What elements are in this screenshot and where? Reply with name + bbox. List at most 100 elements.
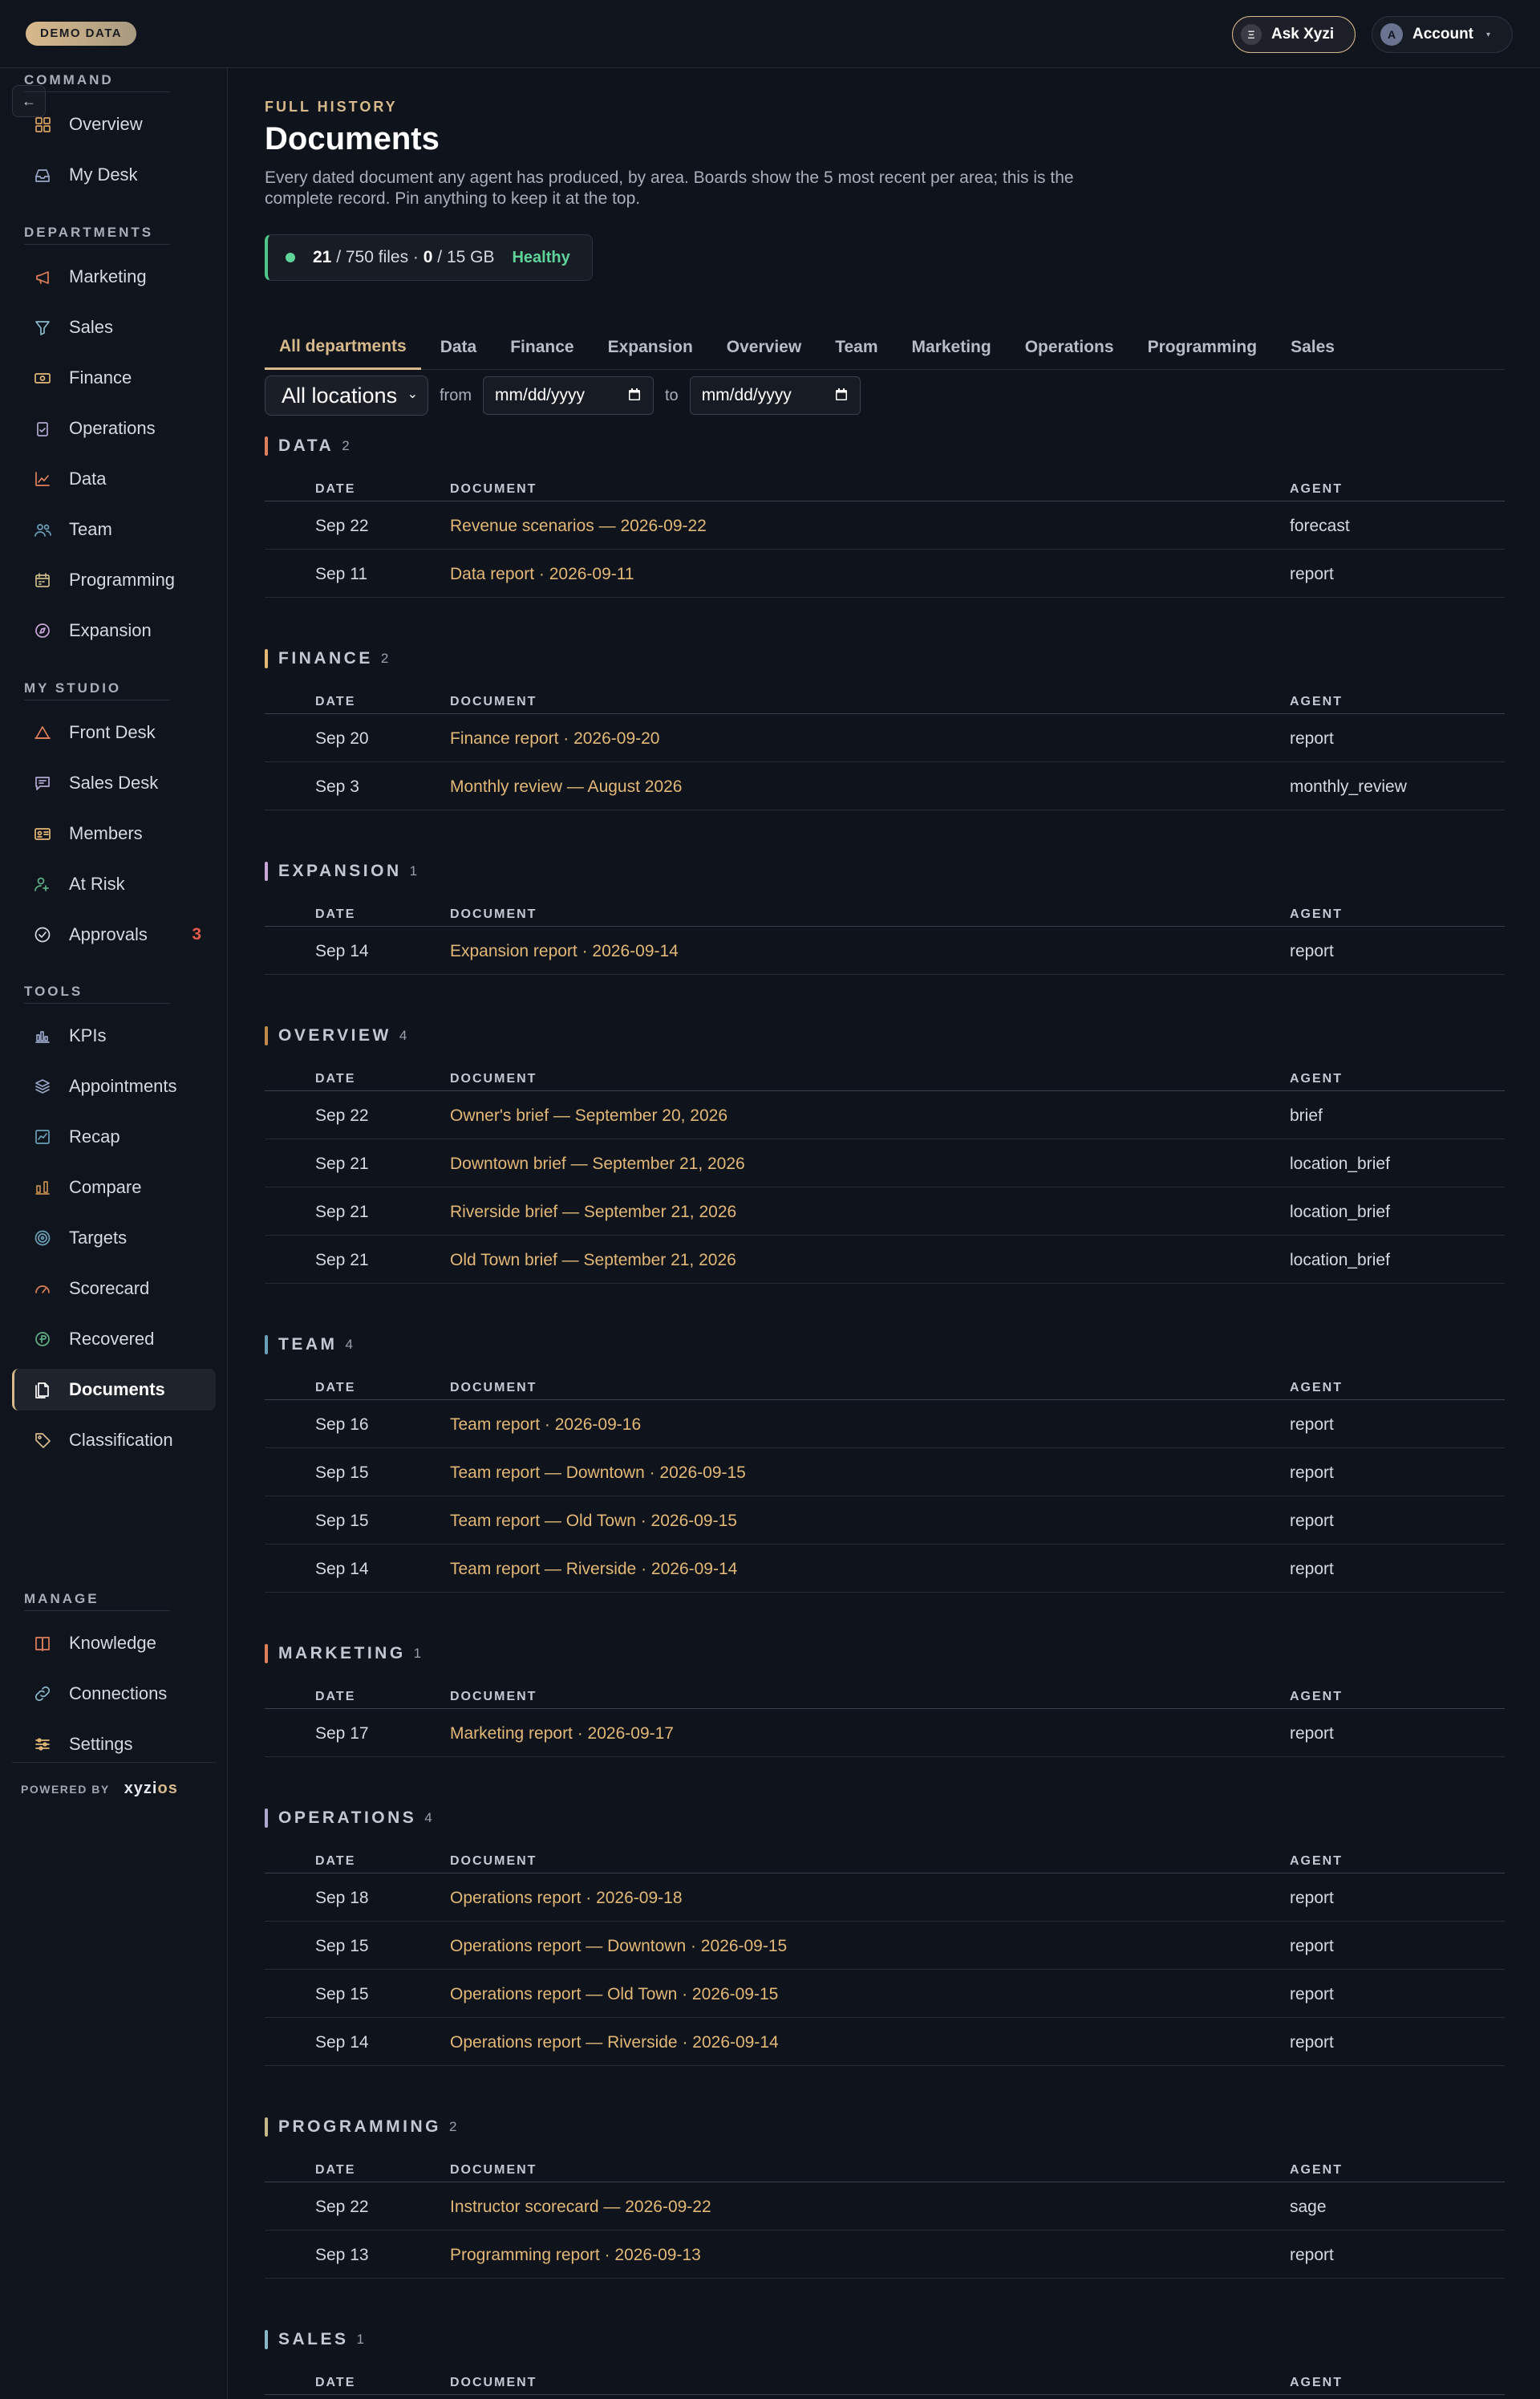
table-row[interactable]: Sep 22 Revenue scenarios — 2026-09-22 fore… <box>265 501 1505 550</box>
document-link[interactable]: Owner's brief — September 20, 2026 <box>450 1106 727 1126</box>
sidebar-item-at-risk[interactable]: At Risk <box>12 863 216 905</box>
tab-finance[interactable]: Finance <box>496 325 588 370</box>
row-agent: report <box>1290 1560 1334 1578</box>
table-row[interactable]: Sep 15 Team report — Old Town · 2026-09-1… <box>265 1496 1505 1545</box>
sidebar-item-recovered[interactable]: Recovered <box>12 1318 216 1360</box>
sidebar-item-label: My Desk <box>69 164 138 185</box>
sidebar-item-finance[interactable]: Finance <box>12 357 216 399</box>
tab-team[interactable]: Team <box>821 325 892 370</box>
account-menu-button[interactable]: A Account ▾ <box>1372 16 1513 53</box>
table-row[interactable]: Sep 21 Old Town brief — September 21, 202… <box>265 1236 1505 1284</box>
table-row[interactable]: Sep 17 Marketing report · 2026-09-17 repor… <box>265 1709 1505 1757</box>
document-link[interactable]: Expansion report · 2026-09-14 <box>450 942 679 961</box>
document-link[interactable]: Marketing report · 2026-09-17 <box>450 1724 674 1743</box>
sidebar-item-compare[interactable]: Compare <box>12 1167 216 1208</box>
sidebar-item-scorecard[interactable]: Scorecard <box>12 1268 216 1309</box>
document-link[interactable]: Revenue scenarios — 2026-09-22 <box>450 517 707 536</box>
table-row[interactable]: Sep 11 Data report · 2026-09-11 report <box>265 550 1505 598</box>
document-link[interactable]: Riverside brief — September 21, 2026 <box>450 1203 736 1222</box>
tab-operations[interactable]: Operations <box>1011 325 1129 370</box>
row-date: Sep 22 <box>315 2198 369 2216</box>
table-row[interactable]: Sep 15 Operations report — Downtown · 202… <box>265 1922 1505 1970</box>
from-date-input[interactable]: mm/dd/yyyy <box>483 376 654 415</box>
sidebar-item-my-desk[interactable]: My Desk <box>12 154 216 196</box>
sidebar-item-kpis[interactable]: KPIs <box>12 1015 216 1057</box>
column-header-agent: AGENT <box>1290 1072 1343 1086</box>
document-link[interactable]: Team report — Downtown · 2026-09-15 <box>450 1463 746 1483</box>
table-row[interactable]: Sep 13 Programming report · 2026-09-13 rep… <box>265 2231 1505 2279</box>
sidebar-item-programming[interactable]: Programming <box>12 559 216 601</box>
document-link[interactable]: Team report — Old Town · 2026-09-15 <box>450 1512 737 1531</box>
tab-sales[interactable]: Sales <box>1276 325 1349 370</box>
table-row[interactable]: Sep 14 Team report — Riverside · 2026-09-… <box>265 1545 1505 1593</box>
sidebar-item-settings[interactable]: Settings <box>12 1723 216 1765</box>
table-row[interactable]: Sep 19Sales report · 2026-09-19report <box>265 2395 1505 2399</box>
table-row[interactable]: Sep 16 Team report · 2026-09-16 report <box>265 1400 1505 1448</box>
tab-expansion[interactable]: Expansion <box>594 325 707 370</box>
sidebar-item-label: Classification <box>69 1430 173 1450</box>
sidebar-item-front-desk[interactable]: Front Desk <box>12 712 216 753</box>
tab-all-departments[interactable]: All departments <box>265 325 421 370</box>
table-row[interactable]: Sep 21 Riverside brief — September 21, 20… <box>265 1187 1505 1236</box>
table-row[interactable]: Sep 22 Owner's brief — September 20, 2026… <box>265 1091 1505 1139</box>
sidebar-item-connections[interactable]: Connections <box>12 1673 216 1715</box>
tab-programming[interactable]: Programming <box>1133 325 1272 370</box>
sidebar-divider <box>12 1762 216 1763</box>
sidebar-item-members[interactable]: Members <box>12 813 216 854</box>
sidebar-item-knowledge[interactable]: Knowledge <box>12 1622 216 1664</box>
table-row[interactable]: Sep 18 Operations report · 2026-09-18 repo… <box>265 1873 1505 1922</box>
sidebar-item-data[interactable]: Data <box>12 458 216 500</box>
gauge-icon <box>34 1280 51 1297</box>
sidebar-item-overview[interactable]: Overview <box>12 104 216 145</box>
document-link[interactable]: Finance report · 2026-09-20 <box>450 729 660 749</box>
id-card-icon <box>34 825 51 842</box>
sidebar-item-appointments[interactable]: Appointments <box>12 1066 216 1107</box>
sidebar-item-recap[interactable]: Recap <box>12 1116 216 1158</box>
table-row[interactable]: Sep 22 Instructor scorecard — 2026-09-22 s… <box>265 2182 1505 2231</box>
location-select[interactable]: All locations ⌄ <box>265 375 428 416</box>
document-link[interactable]: Team report · 2026-09-16 <box>450 1415 641 1435</box>
tab-overview[interactable]: Overview <box>712 325 816 370</box>
tab-data[interactable]: Data <box>426 325 492 370</box>
document-link[interactable]: Team report — Riverside · 2026-09-14 <box>450 1560 737 1579</box>
document-link[interactable]: Programming report · 2026-09-13 <box>450 2246 701 2265</box>
sidebar-item-marketing[interactable]: Marketing <box>12 256 216 298</box>
table-row[interactable]: Sep 14 Expansion report · 2026-09-14 repor… <box>265 927 1505 975</box>
row-date: Sep 14 <box>315 2033 369 2052</box>
column-header-document: DOCUMENT <box>450 1072 537 1086</box>
sidebar-item-label: Marketing <box>69 266 147 286</box>
table-row[interactable]: Sep 15 Operations report — Old Town · 202… <box>265 1970 1505 2018</box>
sidebar-item-approvals[interactable]: Approvals 3 <box>12 914 216 956</box>
table-row[interactable]: Sep 15 Team report — Downtown · 2026-09-1… <box>265 1448 1505 1496</box>
sidebar-item-sales-desk[interactable]: Sales Desk <box>12 762 216 804</box>
calendar-icon <box>835 388 847 400</box>
tab-marketing[interactable]: Marketing <box>898 325 1006 370</box>
document-link[interactable]: Operations report — Old Town · 2026-09-1… <box>450 1985 778 2004</box>
to-date-input[interactable]: mm/dd/yyyy <box>689 376 861 415</box>
document-link[interactable]: Old Town brief — September 21, 2026 <box>450 1251 736 1270</box>
column-header-document: DOCUMENT <box>450 695 537 708</box>
document-link[interactable]: Downtown brief — September 21, 2026 <box>450 1155 745 1174</box>
group-name: EXPANSION <box>278 862 402 880</box>
sidebar-item-operations[interactable]: Operations <box>12 408 216 449</box>
sidebar-item-sales[interactable]: Sales <box>12 306 216 348</box>
row-date: Sep 14 <box>315 1560 369 1578</box>
sidebar-item-expansion[interactable]: Expansion <box>12 610 216 652</box>
table-row[interactable]: Sep 21 Downtown brief — September 21, 202… <box>265 1139 1505 1187</box>
sidebar-item-classification[interactable]: Classification <box>12 1419 216 1461</box>
row-date: Sep 14 <box>315 942 369 960</box>
sidebar-item-team[interactable]: Team <box>12 509 216 550</box>
document-link[interactable]: Operations report — Riverside · 2026-09-… <box>450 2033 779 2052</box>
row-agent: report <box>1290 1724 1334 1743</box>
table-row[interactable]: Sep 3 Monthly review — August 2026 monthly… <box>265 762 1505 810</box>
sidebar-item-documents[interactable]: Documents <box>12 1369 216 1411</box>
ask-xyzi-button[interactable]: Ξ Ask Xyzi <box>1232 16 1356 53</box>
document-link[interactable]: Operations report · 2026-09-18 <box>450 1889 683 1908</box>
document-link[interactable]: Data report · 2026-09-11 <box>450 565 634 584</box>
document-link[interactable]: Monthly review — August 2026 <box>450 777 683 797</box>
sidebar-item-targets[interactable]: Targets <box>12 1217 216 1259</box>
document-link[interactable]: Instructor scorecard — 2026-09-22 <box>450 2198 711 2217</box>
document-link[interactable]: Operations report — Downtown · 2026-09-1… <box>450 1937 787 1956</box>
table-row[interactable]: Sep 20 Finance report · 2026-09-20 report <box>265 714 1505 762</box>
table-row[interactable]: Sep 14 Operations report — Riverside · 20… <box>265 2018 1505 2066</box>
